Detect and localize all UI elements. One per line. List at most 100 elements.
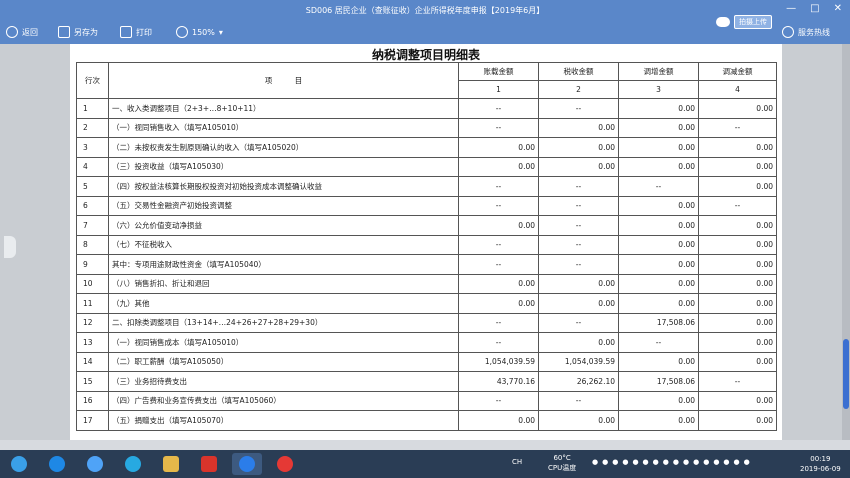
row-tax-amount-cell[interactable]: 1,054,039.59 bbox=[538, 351, 619, 372]
hotline-button[interactable]: 服务热线 bbox=[782, 26, 830, 38]
row-decrease-amount-cell[interactable]: -- bbox=[698, 371, 777, 392]
row-tax-amount-cell[interactable]: -- bbox=[538, 176, 619, 197]
row-book-amount-cell[interactable]: -- bbox=[458, 254, 539, 275]
row-decrease-amount-cell[interactable]: 0.00 bbox=[698, 234, 777, 255]
wps-icon bbox=[201, 456, 217, 472]
row-book-amount-cell[interactable]: 0.00 bbox=[458, 410, 539, 431]
system-tray-icons[interactable]: ● ● ● ● ● ● ● ● ● ● ● ● ● ● ● ● bbox=[592, 458, 750, 466]
back-button[interactable]: 返回 bbox=[6, 26, 38, 38]
row-book-amount-cell[interactable]: -- bbox=[458, 312, 539, 333]
row-tax-amount-cell[interactable]: 0.00 bbox=[538, 137, 619, 158]
zoom-select[interactable]: 150% ▾ bbox=[176, 26, 223, 38]
row-book-amount-cell[interactable]: -- bbox=[458, 195, 539, 216]
row-book-amount-cell[interactable]: -- bbox=[458, 332, 539, 353]
row-decrease-amount-cell[interactable]: 0.00 bbox=[698, 156, 777, 177]
header-col-4: 4 bbox=[698, 80, 777, 99]
header-col-2: 2 bbox=[538, 80, 619, 99]
row-book-amount-cell[interactable]: -- bbox=[458, 98, 539, 119]
row-decrease-amount-cell[interactable]: 0.00 bbox=[698, 137, 777, 158]
scrollbar-thumb[interactable] bbox=[843, 339, 849, 409]
row-increase-amount-cell[interactable]: 0.00 bbox=[618, 293, 699, 314]
row-book-amount-cell[interactable]: 0.00 bbox=[458, 215, 539, 236]
row-book-amount-cell[interactable]: 0.00 bbox=[458, 273, 539, 294]
row-decrease-amount-cell[interactable]: 0.00 bbox=[698, 351, 777, 372]
row-decrease-amount-cell[interactable]: -- bbox=[698, 195, 777, 216]
taskbar-app-5[interactable] bbox=[194, 453, 224, 475]
row-decrease-amount-cell[interactable]: 0.00 bbox=[698, 332, 777, 353]
row-tax-amount-cell[interactable]: 0.00 bbox=[538, 410, 619, 431]
row-increase-amount-cell[interactable]: 0.00 bbox=[618, 215, 699, 236]
taskbar-app-1[interactable] bbox=[42, 453, 72, 475]
row-decrease-amount-cell[interactable]: 0.00 bbox=[698, 293, 777, 314]
vertical-scrollbar[interactable] bbox=[842, 44, 850, 440]
zoom-in-icon bbox=[176, 26, 188, 38]
row-tax-amount-cell[interactable]: 26,262.10 bbox=[538, 371, 619, 392]
row-increase-amount-cell[interactable]: 0.00 bbox=[618, 273, 699, 294]
row-decrease-amount-cell[interactable]: 0.00 bbox=[698, 312, 777, 333]
row-tax-amount-cell[interactable]: 0.00 bbox=[538, 156, 619, 177]
row-decrease-amount-cell[interactable]: -- bbox=[698, 117, 777, 138]
row-book-amount-cell[interactable]: -- bbox=[458, 234, 539, 255]
row-decrease-amount-cell[interactable]: 0.00 bbox=[698, 390, 777, 411]
row-decrease-amount-cell[interactable]: 0.00 bbox=[698, 215, 777, 236]
row-increase-amount-cell[interactable]: 0.00 bbox=[618, 410, 699, 431]
row-tax-amount-cell[interactable]: 0.00 bbox=[538, 273, 619, 294]
row-increase-amount-cell[interactable]: 17,508.06 bbox=[618, 312, 699, 333]
row-increase-amount-cell[interactable]: 0.00 bbox=[618, 254, 699, 275]
row-book-amount-cell[interactable]: 0.00 bbox=[458, 156, 539, 177]
row-increase-amount-cell[interactable]: 0.00 bbox=[618, 390, 699, 411]
ime-indicator[interactable]: CH bbox=[512, 458, 522, 466]
row-increase-amount-cell[interactable]: 0.00 bbox=[618, 234, 699, 255]
row-tax-amount-cell[interactable]: -- bbox=[538, 195, 619, 216]
print-label: 打印 bbox=[136, 27, 152, 37]
taskbar-app-3[interactable] bbox=[118, 453, 148, 475]
row-book-amount-cell[interactable]: -- bbox=[458, 176, 539, 197]
row-book-amount-cell[interactable]: 1,054,039.59 bbox=[458, 351, 539, 372]
start-button[interactable] bbox=[4, 453, 34, 475]
row-increase-amount-cell[interactable]: 0.00 bbox=[618, 351, 699, 372]
upload-button[interactable]: 拍摄上传 bbox=[716, 14, 772, 30]
system-clock[interactable]: 00:19 2019-06-09 bbox=[800, 454, 841, 474]
print-button[interactable]: 打印 bbox=[120, 26, 152, 38]
headset-icon bbox=[782, 26, 794, 38]
row-decrease-amount-cell[interactable]: 0.00 bbox=[698, 98, 777, 119]
row-tax-amount-cell[interactable]: 0.00 bbox=[538, 117, 619, 138]
close-button[interactable]: ✕ bbox=[834, 3, 842, 14]
row-tax-amount-cell[interactable]: 0.00 bbox=[538, 293, 619, 314]
row-book-amount-cell[interactable]: 0.00 bbox=[458, 293, 539, 314]
row-increase-amount-cell[interactable]: -- bbox=[618, 176, 699, 197]
row-increase-amount-cell[interactable]: 17,508.06 bbox=[618, 371, 699, 392]
row-decrease-amount-cell[interactable]: 0.00 bbox=[698, 273, 777, 294]
row-increase-amount-cell[interactable]: 0.00 bbox=[618, 98, 699, 119]
maximize-button[interactable]: □ bbox=[810, 3, 819, 14]
row-tax-amount-cell[interactable]: -- bbox=[538, 312, 619, 333]
row-tax-amount-cell[interactable]: -- bbox=[538, 215, 619, 236]
row-tax-amount-cell[interactable]: 0.00 bbox=[538, 332, 619, 353]
minimize-button[interactable]: — bbox=[786, 3, 796, 14]
row-increase-amount-cell[interactable]: 0.00 bbox=[618, 195, 699, 216]
row-decrease-amount-cell[interactable]: 0.00 bbox=[698, 410, 777, 431]
row-tax-amount-cell[interactable]: -- bbox=[538, 390, 619, 411]
taskbar-app-2[interactable] bbox=[80, 453, 110, 475]
taskbar-app-7[interactable] bbox=[270, 453, 300, 475]
side-expand-handle[interactable] bbox=[4, 236, 16, 258]
row-tax-amount-cell[interactable]: -- bbox=[538, 254, 619, 275]
document-page: 纳税调整项目明细表 行次 项 目 账载金额 税收金额 调增金额 调减金额 1 2… bbox=[70, 44, 782, 440]
row-book-amount-cell[interactable]: 0.00 bbox=[458, 137, 539, 158]
save-as-button[interactable]: 另存为 bbox=[58, 26, 98, 38]
row-decrease-amount-cell[interactable]: 0.00 bbox=[698, 176, 777, 197]
row-increase-amount-cell[interactable]: -- bbox=[618, 332, 699, 353]
cpu-temp-widget[interactable]: 60°C CPU温度 bbox=[548, 453, 576, 473]
row-tax-amount-cell[interactable]: -- bbox=[538, 98, 619, 119]
row-increase-amount-cell[interactable]: 0.00 bbox=[618, 156, 699, 177]
taskbar-app-4[interactable] bbox=[156, 453, 186, 475]
table-row: 15 （三）业务招待费支出 43,770.16 26,262.10 17,508.06-… bbox=[76, 371, 777, 392]
row-book-amount-cell[interactable]: -- bbox=[458, 390, 539, 411]
row-increase-amount-cell[interactable]: 0.00 bbox=[618, 117, 699, 138]
row-tax-amount-cell[interactable]: -- bbox=[538, 234, 619, 255]
row-increase-amount-cell[interactable]: 0.00 bbox=[618, 137, 699, 158]
row-decrease-amount-cell[interactable]: 0.00 bbox=[698, 254, 777, 275]
row-book-amount-cell[interactable]: 43,770.16 bbox=[458, 371, 539, 392]
row-book-amount-cell[interactable]: -- bbox=[458, 117, 539, 138]
taskbar-app-6[interactable] bbox=[232, 453, 262, 475]
